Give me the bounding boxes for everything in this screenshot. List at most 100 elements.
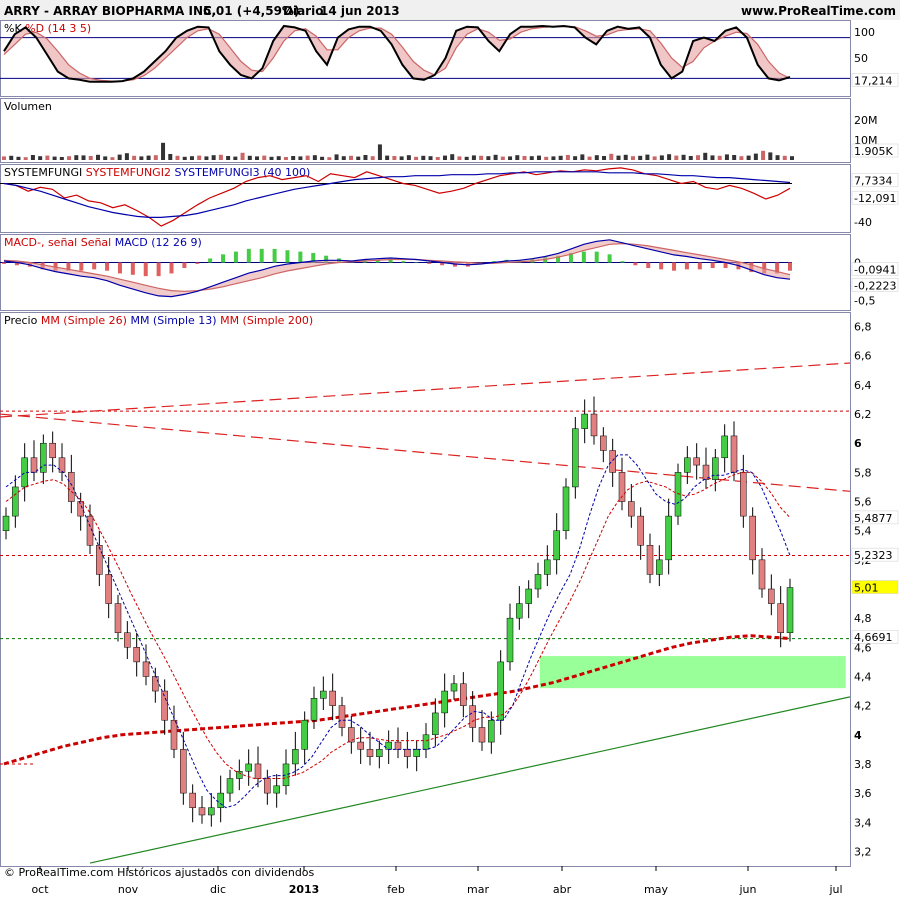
volume-bar [493,154,498,160]
volume-bar [95,154,100,160]
macd-histogram-bar [156,262,161,277]
candle-body [329,690,336,706]
macd-value-1: -0,0941 [854,264,896,277]
footer-copyright: © ProRealTime.com Históricos ajustados c… [4,866,315,879]
candle-body [516,603,523,619]
stoch-last-value: 17,214 [854,74,893,87]
volume-bar [406,155,411,160]
candle-body [376,749,383,757]
volume-bar [298,156,303,160]
macd-histogram-bar [208,258,213,263]
candle-body [96,545,103,575]
macd-histogram-bar [414,262,419,264]
macd-title-part: señal Señal [44,236,111,249]
volume-bar [746,155,751,160]
candle-body [68,472,75,502]
candle-body [478,727,486,743]
candle-body [581,413,588,429]
volume-bar [117,154,122,160]
candle-body [310,698,318,721]
volume-bar [240,152,245,160]
candle-body [469,705,476,728]
x-axis-label: jun [739,883,757,896]
macd-histogram-bar [92,262,97,270]
systemfungi-value-1: 7,7334 [854,174,893,187]
volume-bar [38,156,43,160]
candle-body [58,457,66,473]
volume-bar [59,157,64,160]
price-value-label: 4,6691 [854,631,893,644]
macd-histogram-bar [659,262,664,270]
macd-histogram-bar [117,262,122,274]
macd-histogram-bar [427,262,432,264]
macd-histogram-bar [79,262,84,271]
volume-bar [23,157,28,160]
price-tick-label: 3,6 [854,787,872,800]
volume-bar [305,155,310,160]
candle-body [320,690,327,699]
volume-last-value: 1.905K [854,145,893,158]
volume-bar [218,154,223,160]
macd-histogram-bar [633,262,638,266]
volume-bar [739,156,744,160]
candle-body [404,749,411,757]
candle-body [525,588,532,604]
volume-bar [761,150,766,160]
volume-bar [587,156,592,160]
volume-bar [609,153,614,160]
volume-bar [659,155,664,160]
candle-body [49,442,56,459]
macd-histogram-bar [646,262,651,268]
volume-bar [247,155,252,160]
volume-bar [768,152,773,160]
candle-body [721,435,728,459]
volume-bar [775,155,780,160]
volume-bar [52,156,57,160]
x-axis-label: dic [210,883,226,896]
volume-bar [674,155,679,160]
macd-histogram-bar [581,251,586,263]
candle-body [562,486,570,531]
price-tick-label: 6,6 [854,350,872,363]
volume-panel-title: Volumen [4,100,52,113]
volume-bar [349,155,354,160]
price-title-part: MM [217,314,239,327]
price-tick-label: 6,4 [854,379,872,392]
candle-body [170,719,178,750]
volume-bar [161,142,166,160]
indicator-panels: %K %D (14 3 5) 1005017,214Volumen20M10M1.… [0,20,899,867]
volume-bar [616,155,621,160]
candle-body [357,741,364,750]
candle-body [441,690,448,714]
macd-title-part: MACD (12 26 9) [111,236,202,249]
candle-body [282,763,290,787]
systemfungi-tick-40: -40 [854,216,872,229]
macd-histogram-bar [221,254,226,263]
macd-histogram-bar [2,262,6,264]
volume-bar [471,155,476,160]
volume-bar [88,156,93,160]
candle-body [30,457,38,473]
candle-body [152,676,159,692]
candle-body [749,515,756,561]
volume-bar [522,156,527,160]
macd-histogram-bar [788,262,792,271]
candle-body [301,719,308,750]
x-axis-label: mar [467,883,489,896]
volume-bar [696,155,701,160]
volume-bar [30,155,35,160]
volume-bar [146,155,151,160]
candle-body [422,734,430,750]
volume-bar [377,144,382,160]
volume-bar [558,155,563,160]
volume-bar [667,154,672,160]
price-tick-label: 6,8 [854,321,872,334]
volume-bar [81,155,86,160]
volume-bar [291,156,296,160]
volume-bar [233,156,238,160]
candle-body [646,545,654,575]
volume-bar [638,155,643,160]
candle-body [12,486,19,517]
volume-bar [262,155,267,160]
volume-bar [45,155,50,160]
